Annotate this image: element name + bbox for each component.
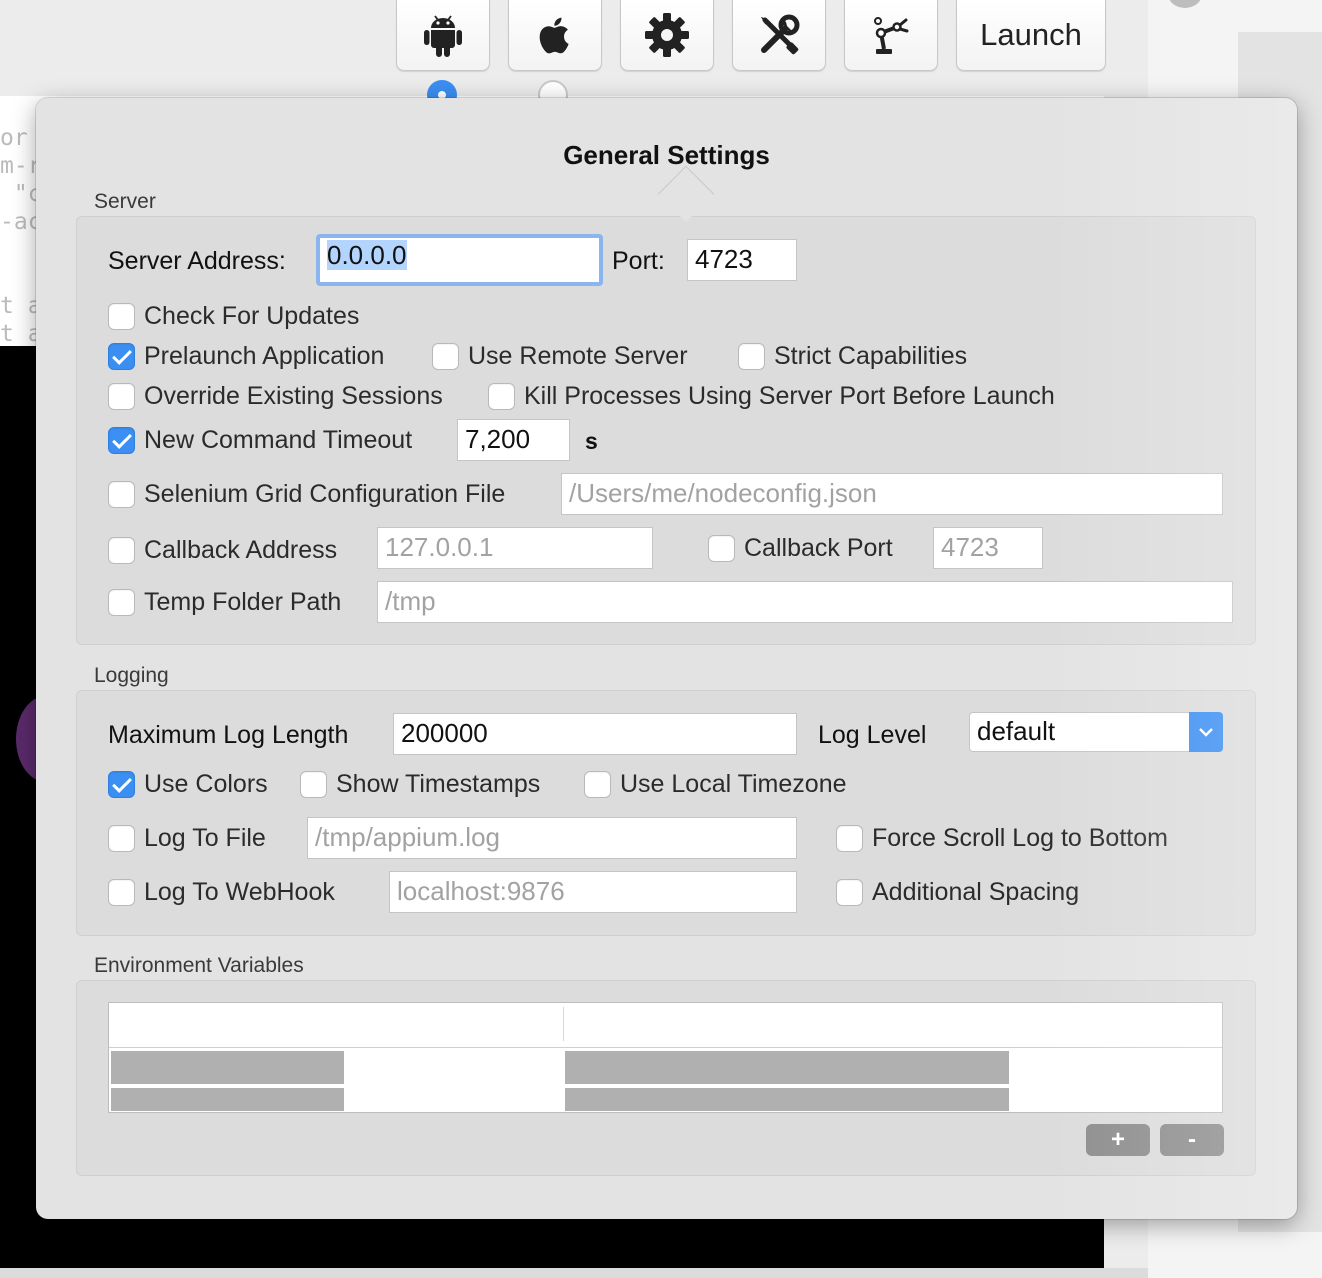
env-key-cell[interactable]: [111, 1088, 344, 1111]
strict-capabilities-checkbox[interactable]: [738, 343, 765, 370]
max-log-length-input[interactable]: 200000: [393, 713, 797, 755]
force-scroll-checkbox[interactable]: [836, 825, 863, 852]
log-level-select[interactable]: default: [969, 712, 1223, 752]
logging-section-label: Logging: [94, 664, 169, 687]
tools-icon: [761, 14, 800, 55]
port-input[interactable]: 4723: [687, 239, 797, 281]
env-section-label: Environment Variables: [94, 954, 304, 977]
use-remote-server-checkbox[interactable]: [432, 343, 459, 370]
temp-folder-path-input[interactable]: /tmp: [377, 581, 1233, 623]
chevron-down-icon: [1189, 712, 1223, 752]
use-local-timezone-checkbox[interactable]: [584, 771, 611, 798]
show-timestamps-checkbox[interactable]: [300, 771, 327, 798]
log-to-file-checkbox[interactable]: [108, 825, 135, 852]
temp-folder-path-checkbox[interactable]: [108, 589, 135, 616]
log-to-webhook-checkbox[interactable]: [108, 879, 135, 906]
robot-arm-icon: [874, 17, 909, 54]
popover-title: General Settings: [563, 140, 770, 170]
selenium-grid-input[interactable]: /Users/me/nodeconfig.json: [561, 473, 1223, 515]
env-key-cell[interactable]: [111, 1051, 344, 1084]
popover-arrow: [657, 165, 715, 223]
new-command-timeout-checkbox[interactable]: [108, 427, 135, 454]
server-section-label: Server: [94, 190, 156, 213]
callback-address-label: Callback Address: [144, 536, 338, 564]
temp-folder-path-label: Temp Folder Path: [144, 588, 342, 616]
show-timestamps-label: Show Timestamps: [336, 770, 541, 798]
callback-port-checkbox[interactable]: [708, 535, 735, 562]
general-settings-popover: General Settings Server Server Address: …: [36, 98, 1297, 1219]
kill-processes-checkbox[interactable]: [488, 383, 515, 410]
apple-icon: [539, 17, 569, 54]
log-level-value: default: [977, 716, 1056, 746]
override-existing-sessions-label: Override Existing Sessions: [144, 382, 443, 410]
use-colors-checkbox[interactable]: [108, 771, 135, 798]
log-to-file-input[interactable]: /tmp/appium.log: [307, 817, 797, 859]
log-to-webhook-input[interactable]: localhost:9876: [389, 871, 797, 913]
env-header-separator: [109, 1047, 1222, 1048]
strict-capabilities-label: Strict Capabilities: [774, 342, 968, 370]
use-colors-label: Use Colors: [144, 770, 268, 798]
callback-address-input[interactable]: 127.0.0.1: [377, 527, 653, 569]
robot-button[interactable]: [844, 0, 938, 71]
background-circle: [1168, 0, 1202, 8]
server-address-label: Server Address:: [108, 247, 286, 275]
apple-button[interactable]: [508, 0, 602, 71]
env-value-cell[interactable]: [565, 1088, 1009, 1111]
prelaunch-application-label: Prelaunch Application: [144, 342, 385, 370]
settings-button[interactable]: [620, 0, 714, 71]
override-existing-sessions-checkbox[interactable]: [108, 383, 135, 410]
env-variables-table: [108, 1002, 1223, 1113]
log-to-file-label: Log To File: [144, 824, 266, 852]
android-button[interactable]: [396, 0, 490, 71]
remove-env-button[interactable]: -: [1160, 1124, 1224, 1156]
additional-spacing-checkbox[interactable]: [836, 879, 863, 906]
launch-label: Launch: [980, 17, 1082, 52]
new-command-timeout-label: New Command Timeout: [144, 426, 413, 454]
android-icon: [424, 15, 462, 57]
log-level-label: Log Level: [818, 721, 927, 749]
env-value-cell[interactable]: [565, 1051, 1009, 1084]
selenium-grid-checkbox[interactable]: [108, 481, 135, 508]
new-command-timeout-input[interactable]: 7,200: [457, 419, 570, 461]
gear-icon: [645, 13, 689, 57]
server-address-input[interactable]: 0.0.0.0: [316, 234, 603, 286]
callback-address-checkbox[interactable]: [108, 537, 135, 564]
check-for-updates-label: Check For Updates: [144, 302, 360, 330]
env-column-divider[interactable]: [563, 1007, 564, 1041]
use-local-timezone-label: Use Local Timezone: [620, 770, 847, 798]
port-label: Port:: [612, 247, 665, 275]
timeout-unit-label: s: [585, 428, 598, 454]
callback-port-label: Callback Port: [744, 534, 893, 562]
add-env-button[interactable]: +: [1086, 1124, 1150, 1156]
check-for-updates-checkbox[interactable]: [108, 303, 135, 330]
prelaunch-application-checkbox[interactable]: [108, 343, 135, 370]
log-to-webhook-label: Log To WebHook: [144, 878, 335, 906]
additional-spacing-label: Additional Spacing: [872, 878, 1080, 906]
force-scroll-label: Force Scroll Log to Bottom: [872, 824, 1168, 852]
server-address-value: 0.0.0.0: [327, 240, 407, 270]
launch-button[interactable]: Launch: [956, 0, 1106, 71]
use-remote-server-label: Use Remote Server: [468, 342, 688, 370]
selenium-grid-label: Selenium Grid Configuration File: [144, 480, 506, 508]
background-bottom-bar: [0, 1268, 1148, 1278]
callback-port-input[interactable]: 4723: [933, 527, 1043, 569]
kill-processes-label: Kill Processes Using Server Port Before …: [524, 382, 1055, 410]
advanced-button[interactable]: [732, 0, 826, 71]
max-log-length-label: Maximum Log Length: [108, 721, 349, 749]
